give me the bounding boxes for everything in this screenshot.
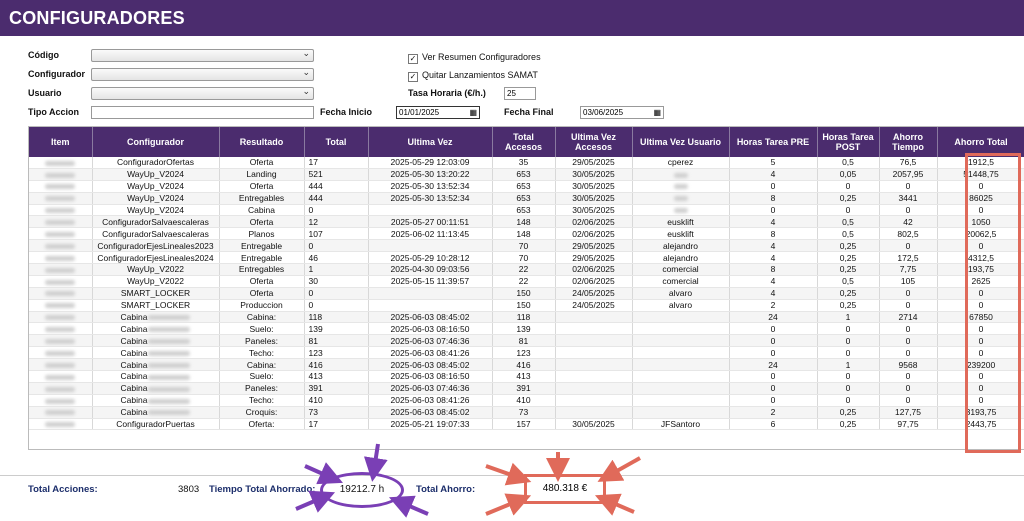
purple-arrow bbox=[295, 490, 336, 513]
purple-arrow bbox=[363, 443, 388, 482]
red-arrows bbox=[485, 452, 641, 516]
purple-arrow bbox=[304, 462, 343, 485]
red-arrow bbox=[594, 493, 635, 516]
annotation-arrows bbox=[295, 443, 641, 518]
red-arrow bbox=[485, 462, 532, 486]
purple-arrows bbox=[295, 443, 429, 518]
red-arrow bbox=[485, 493, 532, 516]
purple-arrow bbox=[388, 495, 429, 518]
red-arrow bbox=[597, 456, 641, 482]
